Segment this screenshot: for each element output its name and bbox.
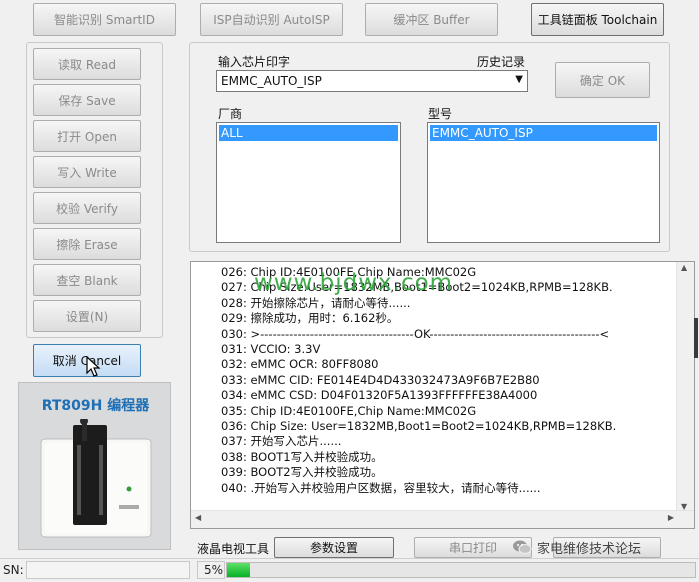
erase-button[interactable]: 擦除 Erase: [33, 228, 141, 260]
sn-label: SN:: [3, 563, 24, 577]
log-output[interactable]: 026: Chip ID:4E0100FE,Chip Name:MMC02G 0…: [190, 261, 695, 529]
watermark-text: www.bjdwx.com: [254, 270, 454, 296]
wechat-icon: [513, 540, 532, 554]
model-list-item[interactable]: EMMC_AUTO_ISP: [430, 125, 657, 141]
log-line: 034: eMMC CSD: D04F01320F5A1393FFFFFFE38…: [221, 388, 538, 403]
log-line: 038: BOOT1写入并校验成功。: [221, 449, 383, 464]
status-bar: SN: 5%: [0, 558, 699, 582]
progress-fill: [227, 563, 251, 577]
model-label: 型号: [428, 107, 453, 121]
scroll-left-icon[interactable]: ◀: [195, 513, 201, 522]
log-line: 033: eMMC CID: FE014E4D4D433032473A9F6B7…: [221, 372, 540, 387]
blank-button[interactable]: 查空 Blank: [33, 264, 141, 296]
log-line: 030: >----------------------------------…: [221, 326, 610, 341]
param-settings-button[interactable]: 参数设置: [274, 537, 394, 558]
vendor-label: 厂商: [218, 107, 243, 121]
model-listbox[interactable]: EMMC_AUTO_ISP: [427, 122, 660, 243]
mouse-cursor-icon: [86, 356, 101, 377]
log-line: 036: Chip Size: User=1832MB,Boot1=Boot2=…: [221, 419, 617, 434]
log-line: 037: 开始写入芯片......: [221, 434, 342, 449]
chip-input-value: EMMC_AUTO_ISP: [221, 74, 322, 88]
vendor-listbox[interactable]: ALL: [216, 122, 401, 243]
tv-tools-label: 液晶电视工具: [197, 542, 270, 556]
forum-text: 家电维修技术论坛: [537, 541, 642, 557]
save-button[interactable]: 保存 Save: [33, 84, 141, 116]
log-line: 035: Chip ID:4E0100FE,Chip Name:MMC02G: [221, 403, 477, 418]
log-line: 028: 开始擦除芯片，请耐心等待......: [221, 295, 411, 310]
window-edge-handle: [694, 318, 698, 358]
log-vertical-scrollbar[interactable]: ▲ ▼: [676, 262, 694, 512]
progress-percent: 5%: [204, 563, 224, 577]
log-line: 039: BOOT2写入并校验成功。: [221, 465, 383, 480]
sn-field: [26, 561, 190, 579]
log-line: 040: .开始写入并校验用户区数据，容里较大，请耐心等待......: [221, 480, 541, 495]
forum-badge: 家电维修技术论坛: [512, 536, 641, 558]
scroll-up-icon[interactable]: ▲: [681, 263, 687, 272]
history-label: 历史记录: [477, 55, 526, 69]
smartid-button[interactable]: 智能识别 SmartID: [33, 3, 176, 36]
chip-input-label: 输入芯片印字: [218, 55, 291, 69]
log-horizontal-scrollbar[interactable]: ◀ ▶: [191, 510, 694, 528]
log-line: 031: VCCIO: 3.3V: [221, 342, 321, 357]
chip-input-combobox[interactable]: EMMC_AUTO_ISP ▼: [216, 70, 528, 92]
settings-button[interactable]: 设置(N): [33, 300, 141, 332]
progress-text-field: 5%: [197, 561, 225, 579]
verify-button[interactable]: 校验 Verify: [33, 192, 141, 224]
autoisp-button[interactable]: ISP自动识别 AutoISP: [200, 3, 343, 36]
open-button[interactable]: 打开 Open: [33, 120, 141, 152]
chevron-down-icon[interactable]: ▼: [515, 74, 523, 85]
programmer-device-icon: [40, 419, 152, 538]
device-image-panel: RT809H 编程器: [18, 382, 171, 550]
log-line: 029: 擦除成功，用时：6.162秒。: [221, 311, 399, 326]
buffer-button[interactable]: 缓冲区 Buffer: [365, 3, 498, 36]
log-line: 032: eMMC OCR: 80FF8080: [221, 357, 379, 372]
confirm-button[interactable]: 确定 OK: [555, 62, 650, 98]
device-title: RT809H 编程器: [41, 398, 150, 414]
scroll-right-icon[interactable]: ▶: [668, 513, 674, 522]
progress-bar: [226, 562, 696, 578]
vendor-list-item[interactable]: ALL: [219, 125, 398, 141]
toolchain-button[interactable]: 工具链面板 Toolchain: [531, 3, 664, 36]
write-button[interactable]: 写入 Write: [33, 156, 141, 188]
read-button[interactable]: 读取 Read: [33, 48, 141, 80]
